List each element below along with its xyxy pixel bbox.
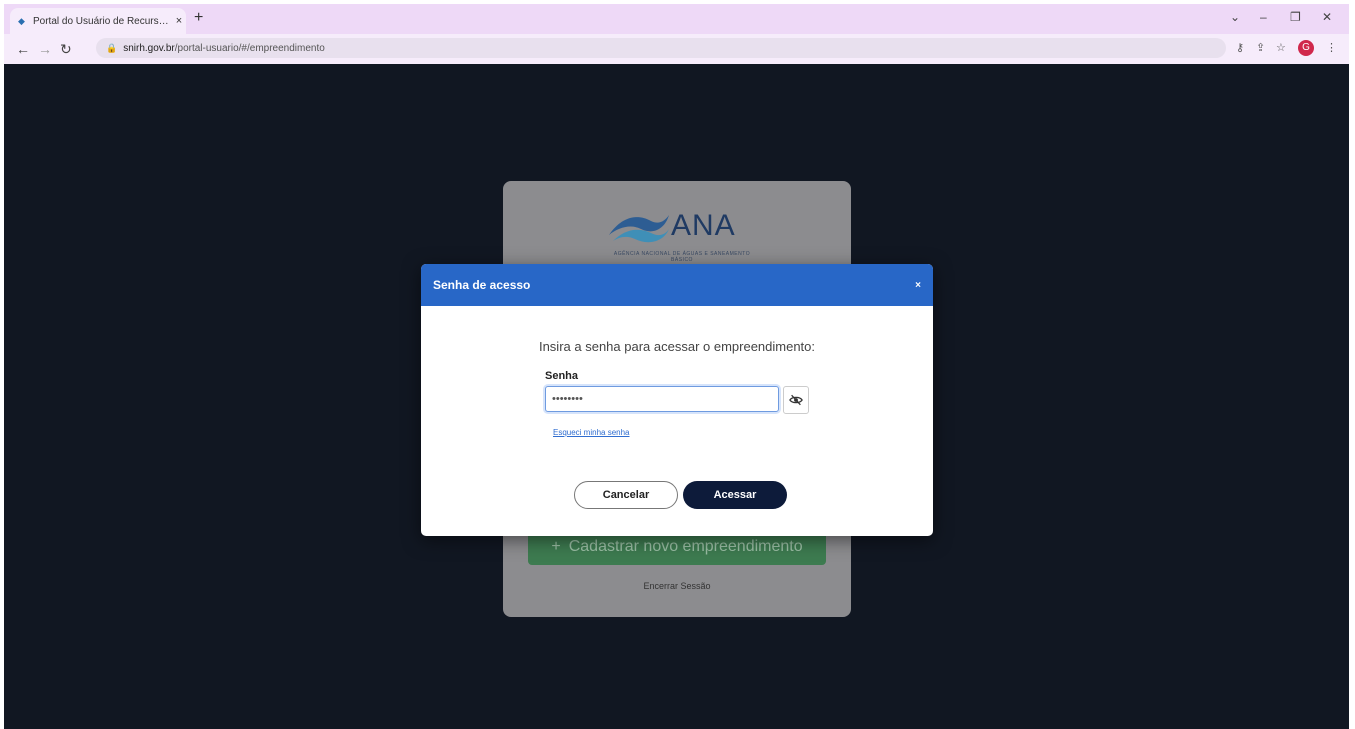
register-enterprise-label: Cadastrar novo empreendimento (568, 538, 803, 555)
tab-title: Portal do Usuário de Recursos H... (33, 15, 172, 27)
key-icon[interactable]: ⚷ (1236, 41, 1244, 54)
star-icon[interactable]: ☆ (1276, 41, 1286, 54)
password-label: Senha (545, 370, 579, 382)
tab-close-icon[interactable]: × (172, 15, 186, 27)
minimize-icon[interactable]: – (1260, 10, 1267, 24)
ana-favicon-icon: ◆ (18, 16, 25, 26)
cancel-button[interactable]: Cancelar (574, 481, 678, 509)
forgot-password-link[interactable]: Esqueci minha senha (553, 428, 630, 437)
tab-bar: ◆ Portal do Usuário de Recursos H... × +… (4, 4, 1349, 34)
dialog-header: Senha de acesso × (421, 264, 933, 306)
toggle-visibility-button[interactable] (783, 386, 809, 414)
submit-button[interactable]: Acessar (683, 481, 787, 509)
lock-icon: 🔒 (106, 42, 118, 53)
browser-window: ◆ Portal do Usuário de Recursos H... × +… (4, 4, 1349, 729)
password-input[interactable] (545, 386, 779, 412)
share-icon[interactable]: ⇪ (1256, 41, 1265, 54)
browser-tab[interactable]: ◆ Portal do Usuário de Recursos H... × (10, 8, 186, 34)
ana-logo: ANA AGÊNCIA NACIONAL DE ÁGUAS E SANEAMEN… (607, 201, 757, 263)
reload-icon[interactable]: ↻ (60, 41, 72, 57)
close-window-icon[interactable]: ✕ (1322, 10, 1332, 24)
logo-text: ANA (671, 209, 736, 242)
url-domain: snirh.gov.br (123, 42, 175, 54)
dialog-title: Senha de acesso (433, 278, 531, 292)
new-tab-button[interactable]: + (194, 9, 203, 27)
eye-off-icon (789, 394, 803, 406)
dialog-prompt: Insira a senha para acessar o empreendim… (538, 339, 816, 354)
back-icon[interactable]: ← (16, 41, 30, 57)
menu-icon[interactable]: ⋮ (1326, 41, 1337, 54)
restore-icon[interactable]: ❐ (1290, 10, 1301, 24)
logo-subtitle: AGÊNCIA NACIONAL DE ÁGUAS E SANEAMENTO B… (613, 251, 751, 263)
url-path: /portal-usuario/#/empreendimento (174, 42, 325, 54)
forward-icon[interactable]: → (38, 41, 52, 57)
address-bar[interactable]: 🔒 snirh.gov.br /portal-usuario/#/empreen… (96, 38, 1226, 58)
profile-avatar[interactable]: G (1298, 40, 1314, 56)
ana-wave-icon (609, 215, 669, 243)
password-dialog: Senha de acesso × Insira a senha para ac… (421, 264, 933, 536)
tab-search-icon[interactable]: ⌄ (1230, 10, 1240, 24)
logout-link[interactable]: Encerrar Sessão (503, 581, 851, 591)
plus-icon: + (551, 538, 561, 555)
close-icon[interactable]: × (915, 280, 921, 291)
